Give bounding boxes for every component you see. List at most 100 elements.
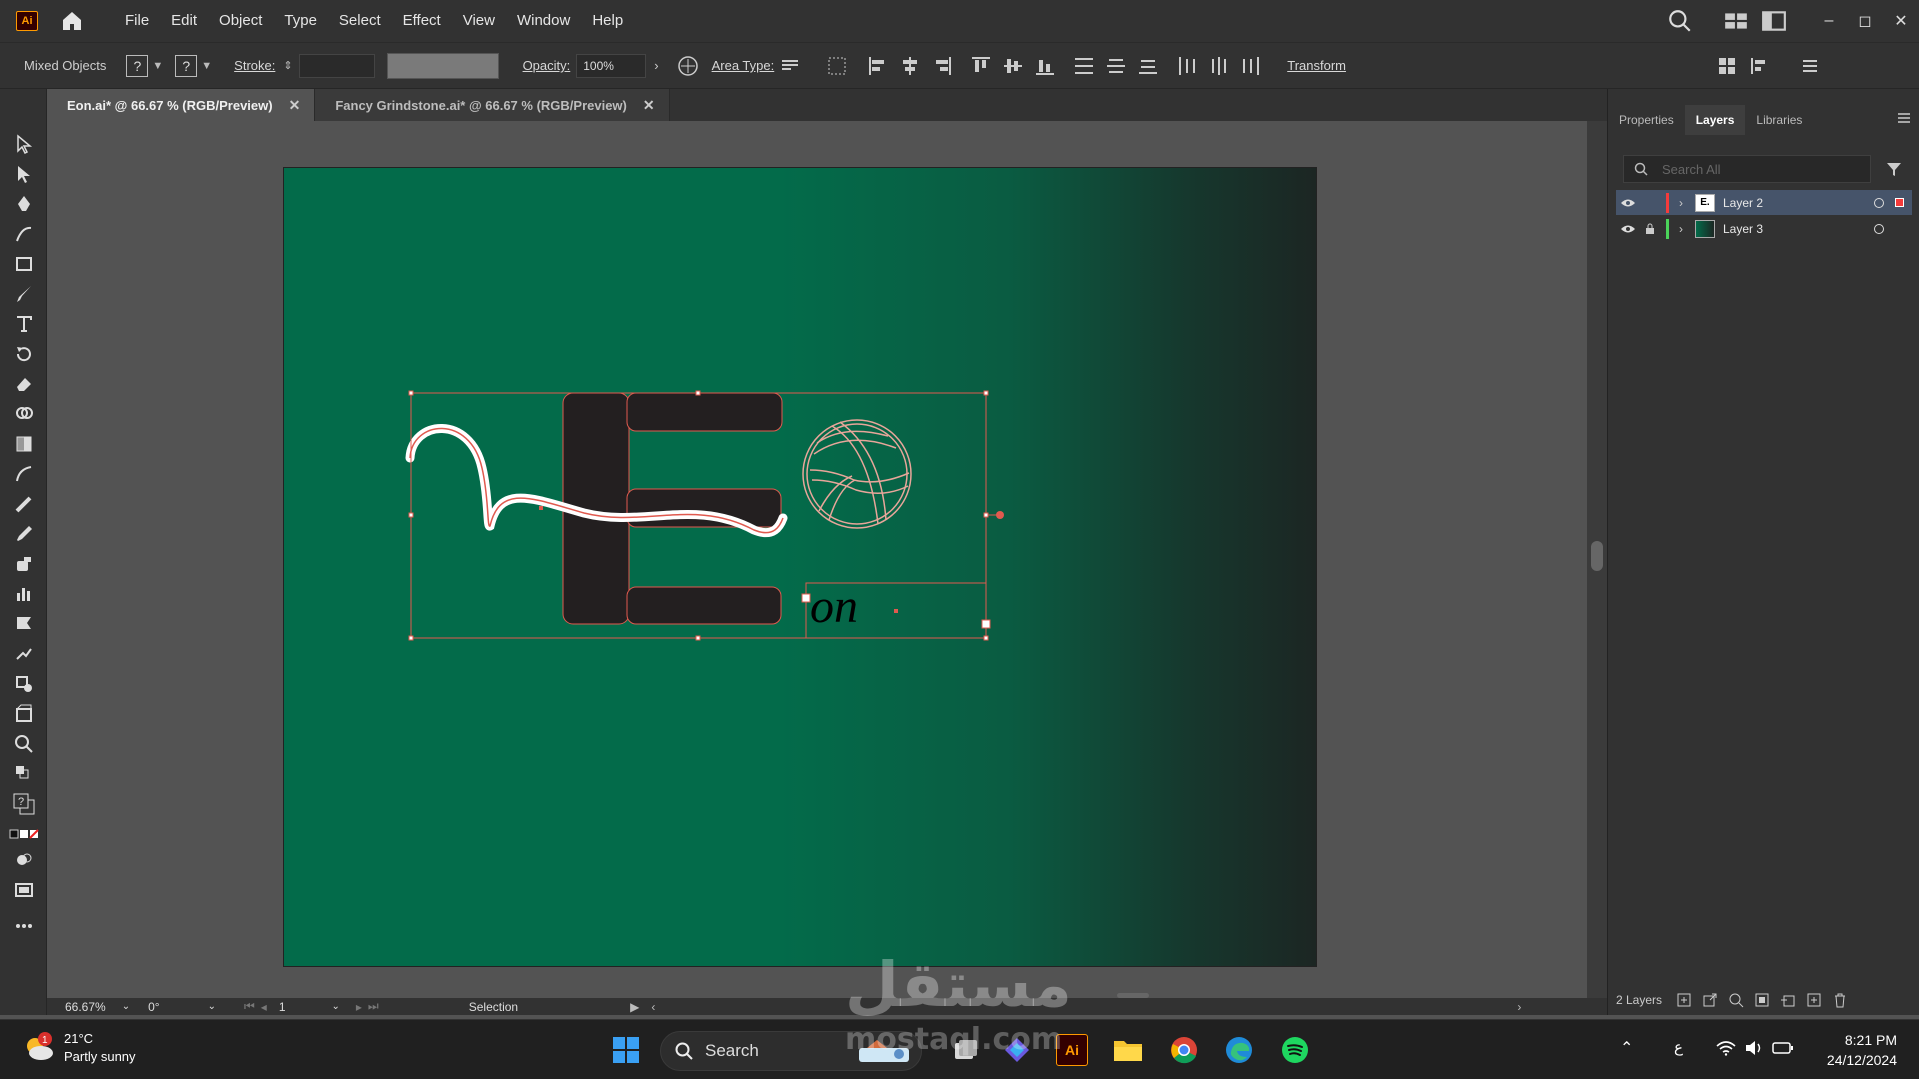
- eraser-tool-icon[interactable]: [0, 369, 47, 399]
- align-right-icon[interactable]: [931, 55, 953, 77]
- distribute-top-icon[interactable]: [1073, 55, 1095, 77]
- filter-icon[interactable]: [1885, 160, 1903, 178]
- wifi-icon[interactable]: [1716, 1040, 1736, 1056]
- collect-export-icon[interactable]: [1676, 992, 1692, 1008]
- show-hidden-icons[interactable]: ⌃: [1620, 1038, 1633, 1058]
- target-circle-icon[interactable]: [1874, 197, 1884, 208]
- logo-text[interactable]: on: [810, 580, 858, 633]
- distribute-vertical-center-icon[interactable]: [1105, 55, 1127, 77]
- rotation-value[interactable]: 0°: [148, 1000, 159, 1014]
- distribute-left-icon[interactable]: [1176, 55, 1198, 77]
- align-horizontal-center-icon[interactable]: [899, 55, 921, 77]
- swap-fill-stroke-icon[interactable]: [0, 759, 47, 785]
- tab-eon[interactable]: Eon.ai* @ 66.67 % (RGB/Preview) ✕: [47, 89, 316, 121]
- curvature-tool-icon[interactable]: [0, 219, 47, 249]
- type-tool-icon[interactable]: [0, 309, 47, 339]
- pen-tool-icon[interactable]: [0, 189, 47, 219]
- panel-menu-icon[interactable]: [1897, 111, 1911, 125]
- play-icon[interactable]: ▶: [630, 1000, 639, 1014]
- layers-search-input[interactable]: Search All: [1623, 155, 1871, 183]
- canvas[interactable]: on: [47, 121, 1587, 998]
- trash-icon[interactable]: [1832, 992, 1848, 1008]
- scroll-right-icon[interactable]: ›: [1517, 1000, 1521, 1014]
- chevron-down-icon[interactable]: ⌄: [332, 1001, 340, 1012]
- artwork[interactable]: on: [284, 168, 1318, 968]
- screen-mode-icon[interactable]: [0, 875, 47, 905]
- chrome-icon[interactable]: [1168, 1034, 1200, 1066]
- menu-object[interactable]: Object: [208, 0, 273, 42]
- previous-artboard-icon[interactable]: ◂: [261, 1000, 267, 1014]
- tab-properties[interactable]: Properties: [1608, 105, 1685, 135]
- letter-e[interactable]: [562, 392, 783, 625]
- arrange-icon[interactable]: [1716, 55, 1738, 77]
- distribute-bottom-icon[interactable]: [1137, 55, 1159, 77]
- puppet-warp-tool-icon[interactable]: [0, 639, 47, 669]
- recolor-artwork-icon[interactable]: [677, 55, 699, 77]
- artboard-number[interactable]: 1: [279, 1000, 286, 1014]
- eyedropper-tool-icon[interactable]: [0, 519, 47, 549]
- graph-tool-icon[interactable]: [0, 579, 47, 609]
- stroke-swatch[interactable]: ?: [175, 54, 198, 77]
- search-icon[interactable]: [1667, 8, 1693, 34]
- panel-menu-icon[interactable]: [1799, 55, 1821, 77]
- selection-indicator[interactable]: [1895, 198, 1904, 207]
- clipping-mask-icon[interactable]: [1754, 992, 1770, 1008]
- tab-fancy-grindstone[interactable]: Fancy Grindstone.ai* @ 66.67 % (RGB/Prev…: [315, 89, 670, 121]
- live-paint-tool-icon[interactable]: [0, 669, 47, 699]
- align-vertical-center-icon[interactable]: [1002, 55, 1024, 77]
- direct-selection-tool-icon[interactable]: [0, 159, 47, 189]
- variable-width-profile[interactable]: [386, 52, 499, 79]
- weather-widget[interactable]: 1 21°C Partly sunny: [22, 1030, 136, 1066]
- volleyball-graphic[interactable]: [802, 419, 912, 529]
- chevron-right-icon[interactable]: ›: [654, 58, 658, 73]
- chevron-right-icon[interactable]: ›: [1679, 222, 1683, 236]
- width-tool-icon[interactable]: [0, 459, 47, 489]
- export-icon[interactable]: [1702, 992, 1718, 1008]
- home-icon[interactable]: [60, 9, 84, 33]
- rectangle-tool-icon[interactable]: [0, 249, 47, 279]
- menu-help[interactable]: Help: [581, 0, 634, 42]
- draw-mode-icon[interactable]: [0, 845, 47, 875]
- menu-select[interactable]: Select: [328, 0, 392, 42]
- chevron-down-icon[interactable]: ⌄: [122, 1001, 130, 1012]
- restore-button[interactable]: ◻: [1847, 0, 1883, 42]
- layer-row-2[interactable]: › E. Layer 2: [1616, 190, 1912, 215]
- target-circle-icon[interactable]: [1874, 223, 1884, 234]
- transform-link[interactable]: Transform: [1287, 58, 1346, 73]
- chevron-down-icon[interactable]: ▼: [152, 60, 163, 72]
- tab-libraries[interactable]: Libraries: [1745, 105, 1813, 135]
- chevron-down-icon[interactable]: ⌄: [208, 1001, 216, 1012]
- blend-tool-icon[interactable]: [0, 489, 47, 519]
- close-window-button[interactable]: ✕: [1883, 0, 1919, 42]
- visibility-eye-icon[interactable]: [1616, 224, 1640, 234]
- align-options-icon[interactable]: [1748, 55, 1770, 77]
- menu-view[interactable]: View: [452, 0, 506, 42]
- vertical-scrollbar[interactable]: [1587, 121, 1607, 998]
- distribute-right-icon[interactable]: [1240, 55, 1262, 77]
- visibility-eye-icon[interactable]: [1616, 198, 1640, 208]
- layer-name[interactable]: Layer 2: [1723, 196, 1763, 210]
- area-type-options-icon[interactable]: [779, 55, 801, 77]
- arrange-documents-icon[interactable]: [1761, 8, 1787, 34]
- close-icon[interactable]: ✕: [289, 97, 301, 114]
- scroll-thumb[interactable]: [1591, 541, 1603, 571]
- lock-icon[interactable]: [1640, 223, 1660, 235]
- fill-swatch[interactable]: ?: [126, 54, 149, 77]
- spotify-icon[interactable]: [1279, 1034, 1311, 1066]
- chevron-right-icon[interactable]: ›: [1679, 196, 1683, 210]
- opacity-field[interactable]: 100%: [576, 53, 647, 78]
- symbol-sprayer-tool-icon[interactable]: [0, 549, 47, 579]
- battery-icon[interactable]: [1772, 1040, 1794, 1056]
- scroll-left-icon[interactable]: ‹: [651, 1000, 655, 1014]
- menu-file[interactable]: File: [114, 0, 160, 42]
- menu-effect[interactable]: Effect: [392, 0, 452, 42]
- next-artboard-icon[interactable]: ▸: [356, 1000, 362, 1014]
- zoom-level[interactable]: 66.67%: [65, 1000, 106, 1014]
- opacity-label[interactable]: Opacity:: [523, 58, 571, 73]
- more-tools-icon[interactable]: [0, 911, 47, 941]
- workspace-icon[interactable]: [1723, 8, 1749, 34]
- chevron-down-icon[interactable]: ▼: [201, 60, 212, 72]
- artboard[interactable]: on: [283, 167, 1317, 967]
- tab-layers[interactable]: Layers: [1684, 105, 1746, 135]
- selection-tool-icon[interactable]: [0, 129, 47, 159]
